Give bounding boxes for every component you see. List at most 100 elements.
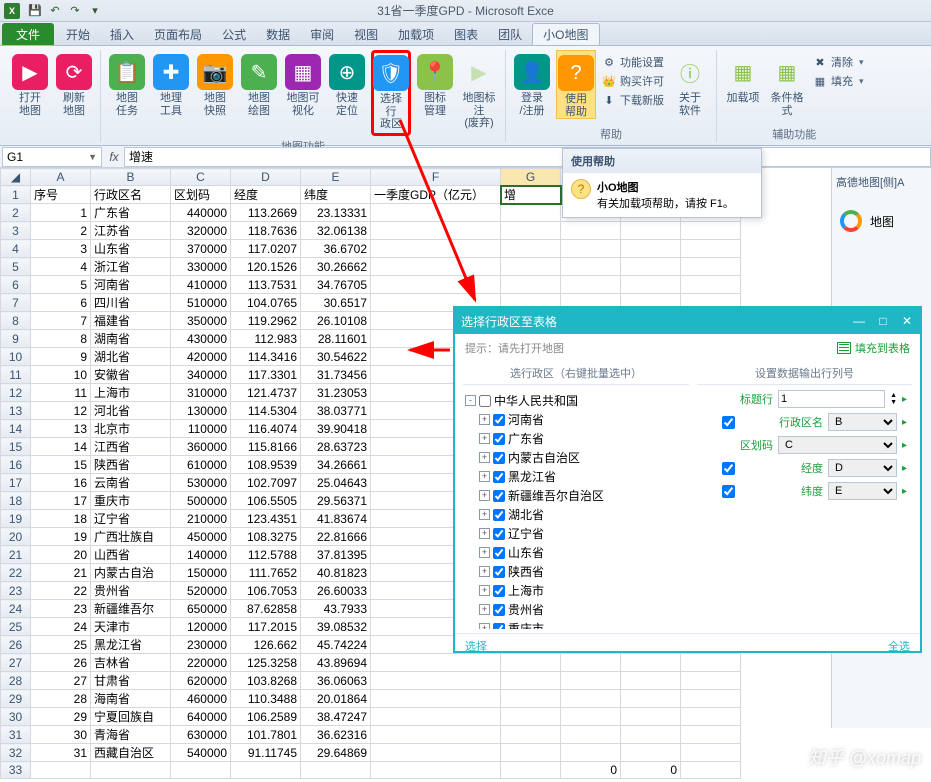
cell[interactable]: 530000 (171, 474, 231, 492)
cell[interactable]: 104.0765 (231, 294, 301, 312)
fx-icon[interactable]: fx (104, 150, 124, 164)
dialog-select-link[interactable]: 选择 (465, 638, 487, 654)
cell[interactable] (501, 222, 561, 240)
cell[interactable]: 7 (31, 312, 91, 330)
cell[interactable]: 区划码 (171, 186, 231, 204)
cell[interactable]: 四川省 (91, 294, 171, 312)
cell[interactable]: 150000 (171, 564, 231, 582)
cell[interactable]: 26 (31, 654, 91, 672)
cell[interactable]: 115.8166 (231, 438, 301, 456)
cell[interactable] (621, 222, 681, 240)
cell[interactable] (681, 276, 741, 294)
row-header[interactable]: 5 (1, 258, 31, 276)
cell[interactable]: 121.4737 (231, 384, 301, 402)
tab-加载项[interactable]: 加载项 (388, 23, 444, 45)
row-header[interactable]: 16 (1, 456, 31, 474)
name-box-dropdown-icon[interactable]: ▼ (88, 152, 97, 162)
cell[interactable]: 117.2015 (231, 618, 301, 636)
cell[interactable]: 620000 (171, 672, 231, 690)
region-tree[interactable]: -中华人民共和国+河南省+广东省+内蒙古自治区+黑龙江省+新疆维吾尔自治区+湖北… (463, 389, 689, 629)
maximize-icon[interactable]: □ (876, 314, 890, 328)
cell[interactable] (681, 690, 741, 708)
qat-more-icon[interactable]: ▾ (86, 2, 104, 20)
row-header[interactable]: 9 (1, 330, 31, 348)
cell[interactable]: 37.81395 (301, 546, 371, 564)
cell[interactable]: 101.7801 (231, 726, 301, 744)
field-select[interactable]: B (828, 413, 897, 431)
cell[interactable]: 4 (31, 258, 91, 276)
expand-icon[interactable]: + (479, 490, 490, 501)
ribbon-btn[interactable]: ?使用 帮助 (556, 50, 596, 119)
col-header-B[interactable]: B (91, 169, 171, 186)
cell[interactable]: 34.26661 (301, 456, 371, 474)
row-header[interactable]: 20 (1, 528, 31, 546)
cell[interactable]: 6 (31, 294, 91, 312)
cell[interactable]: 行政区名 (91, 186, 171, 204)
ribbon-small-link[interactable]: ✖清除 (813, 54, 864, 70)
cell[interactable]: 38.03771 (301, 402, 371, 420)
cell[interactable]: 江苏省 (91, 222, 171, 240)
cell[interactable]: 8 (31, 330, 91, 348)
cell[interactable]: 36.62316 (301, 726, 371, 744)
row-header[interactable]: 29 (1, 690, 31, 708)
tab-active[interactable]: 小O地图 (532, 23, 599, 45)
cell[interactable] (621, 240, 681, 258)
cell[interactable]: 113.2669 (231, 204, 301, 222)
cell[interactable]: 114.5304 (231, 402, 301, 420)
cell[interactable]: 650000 (171, 600, 231, 618)
field-arrow-icon[interactable]: ▸ (902, 417, 912, 428)
cell[interactable]: 108.3275 (231, 528, 301, 546)
cell[interactable] (501, 690, 561, 708)
tab-公式[interactable]: 公式 (212, 23, 256, 45)
tree-checkbox[interactable] (493, 547, 505, 559)
cell[interactable]: 宁夏回族自 (91, 708, 171, 726)
row-header[interactable]: 15 (1, 438, 31, 456)
ribbon-btn[interactable]: ▦地图可 视化 (283, 50, 323, 117)
row-header[interactable]: 8 (1, 312, 31, 330)
tree-root[interactable]: -中华人民共和国 (465, 391, 687, 410)
cell[interactable]: 纬度 (301, 186, 371, 204)
cell[interactable] (561, 726, 621, 744)
cell[interactable]: 310000 (171, 384, 231, 402)
expand-icon[interactable]: + (479, 547, 490, 558)
cell[interactable] (561, 690, 621, 708)
ribbon-btn[interactable]: 📋地图 任务 (107, 50, 147, 117)
cell[interactable] (371, 726, 501, 744)
cell[interactable]: 天津市 (91, 618, 171, 636)
cell[interactable]: 106.2589 (231, 708, 301, 726)
row-header[interactable]: 10 (1, 348, 31, 366)
col-header-E[interactable]: E (301, 169, 371, 186)
cell[interactable] (371, 744, 501, 762)
expand-icon[interactable]: + (479, 414, 490, 425)
cell[interactable]: 34.76705 (301, 276, 371, 294)
col-header-A[interactable]: A (31, 169, 91, 186)
cell[interactable]: 110.3488 (231, 690, 301, 708)
cell[interactable]: 640000 (171, 708, 231, 726)
cell[interactable]: 28.63723 (301, 438, 371, 456)
cell[interactable]: 29.64869 (301, 744, 371, 762)
cell[interactable] (561, 240, 621, 258)
cell[interactable]: 510000 (171, 294, 231, 312)
cell[interactable]: 黑龙江省 (91, 636, 171, 654)
cell[interactable]: 云南省 (91, 474, 171, 492)
cell[interactable]: 30.26662 (301, 258, 371, 276)
expand-icon[interactable]: + (479, 585, 490, 596)
field-arrow-icon[interactable]: ▸ (902, 486, 912, 497)
cell[interactable]: 117.3301 (231, 366, 301, 384)
row-header[interactable]: 6 (1, 276, 31, 294)
cell[interactable]: 浙江省 (91, 258, 171, 276)
tab-团队[interactable]: 团队 (488, 23, 532, 45)
cell[interactable]: 38.47247 (301, 708, 371, 726)
cell[interactable]: 120000 (171, 618, 231, 636)
cell[interactable]: 新疆维吾尔 (91, 600, 171, 618)
cell[interactable]: 31.23053 (301, 384, 371, 402)
tree-checkbox[interactable] (493, 528, 505, 540)
cell[interactable] (371, 672, 501, 690)
cell[interactable]: 40.81823 (301, 564, 371, 582)
cell[interactable] (501, 708, 561, 726)
cell[interactable]: 上海市 (91, 384, 171, 402)
cell[interactable]: 北京市 (91, 420, 171, 438)
cell[interactable] (371, 276, 501, 294)
field-arrow-icon[interactable]: ▸ (902, 394, 912, 405)
row-header[interactable]: 13 (1, 402, 31, 420)
